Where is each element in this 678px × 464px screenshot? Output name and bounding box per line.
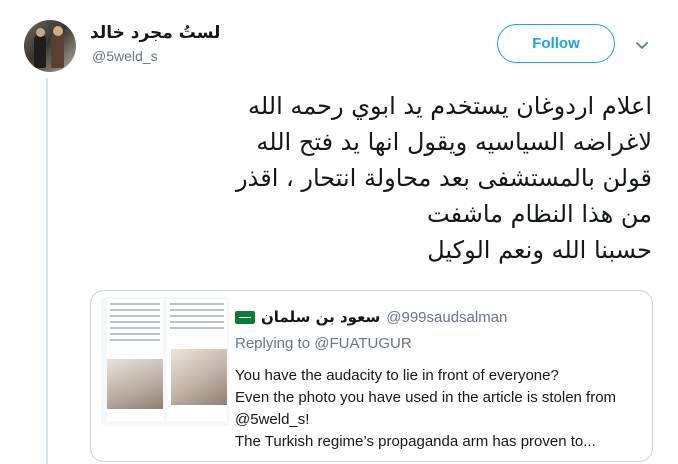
tweet-text: اعلام اردوغان يستخدم يد ابوي رحمه الله ل… — [100, 88, 652, 268]
thread-connector-line — [46, 78, 48, 464]
saudi-flag-icon — [235, 310, 255, 324]
quoted-tweet-card[interactable]: سعود بن سلمان @999saudsalman Replying to… — [90, 290, 653, 462]
replying-to: Replying to @FUATUGUR — [235, 335, 412, 352]
author-display-name[interactable]: لستُ مجرد خالد — [90, 23, 220, 43]
tweet-text-line: قولن بالمستشفى بعد محاولة انتحار ، اقذر — [236, 164, 652, 192]
quoted-text-line: @5weld_s! — [235, 411, 310, 428]
quoted-tweet-text: You have the audacity to lie in front of… — [235, 365, 645, 453]
quoted-text-line: You have the audacity to lie in front of… — [235, 367, 559, 384]
embedded-photo — [107, 359, 163, 409]
tweet-text-line: حسبنا الله ونعم الوكيل — [427, 236, 652, 264]
replying-to-mention[interactable]: @FUATUGUR — [314, 335, 411, 352]
quoted-text-line: The Turkish regime’s propaganda arm has … — [235, 433, 596, 450]
quoted-text-line: Even the photo you have used in the arti… — [235, 389, 617, 406]
avatar[interactable] — [24, 20, 76, 72]
tweet-text-line: لاغراضه السياسيه ويقول انها يد فتح الله — [256, 128, 652, 156]
follow-button[interactable]: Follow — [497, 24, 615, 63]
tweet-text-line: من هذا النظام ماشفت — [427, 200, 652, 228]
quoted-tweet-image[interactable] — [101, 297, 229, 425]
quoted-tweet-header: سعود بن سلمان @999saudsalman — [235, 306, 507, 328]
replying-to-label: Replying to — [235, 335, 311, 352]
author-username[interactable]: @5weld_s — [92, 48, 158, 64]
embedded-photo — [171, 349, 227, 405]
quoted-display-name: سعود بن سلمان — [261, 308, 381, 326]
tweet-text-line: اعلام اردوغان يستخدم يد ابوي رحمه الله — [247, 92, 652, 120]
quoted-username: @999saudsalman — [386, 308, 508, 326]
chevron-down-icon[interactable] — [634, 37, 650, 53]
